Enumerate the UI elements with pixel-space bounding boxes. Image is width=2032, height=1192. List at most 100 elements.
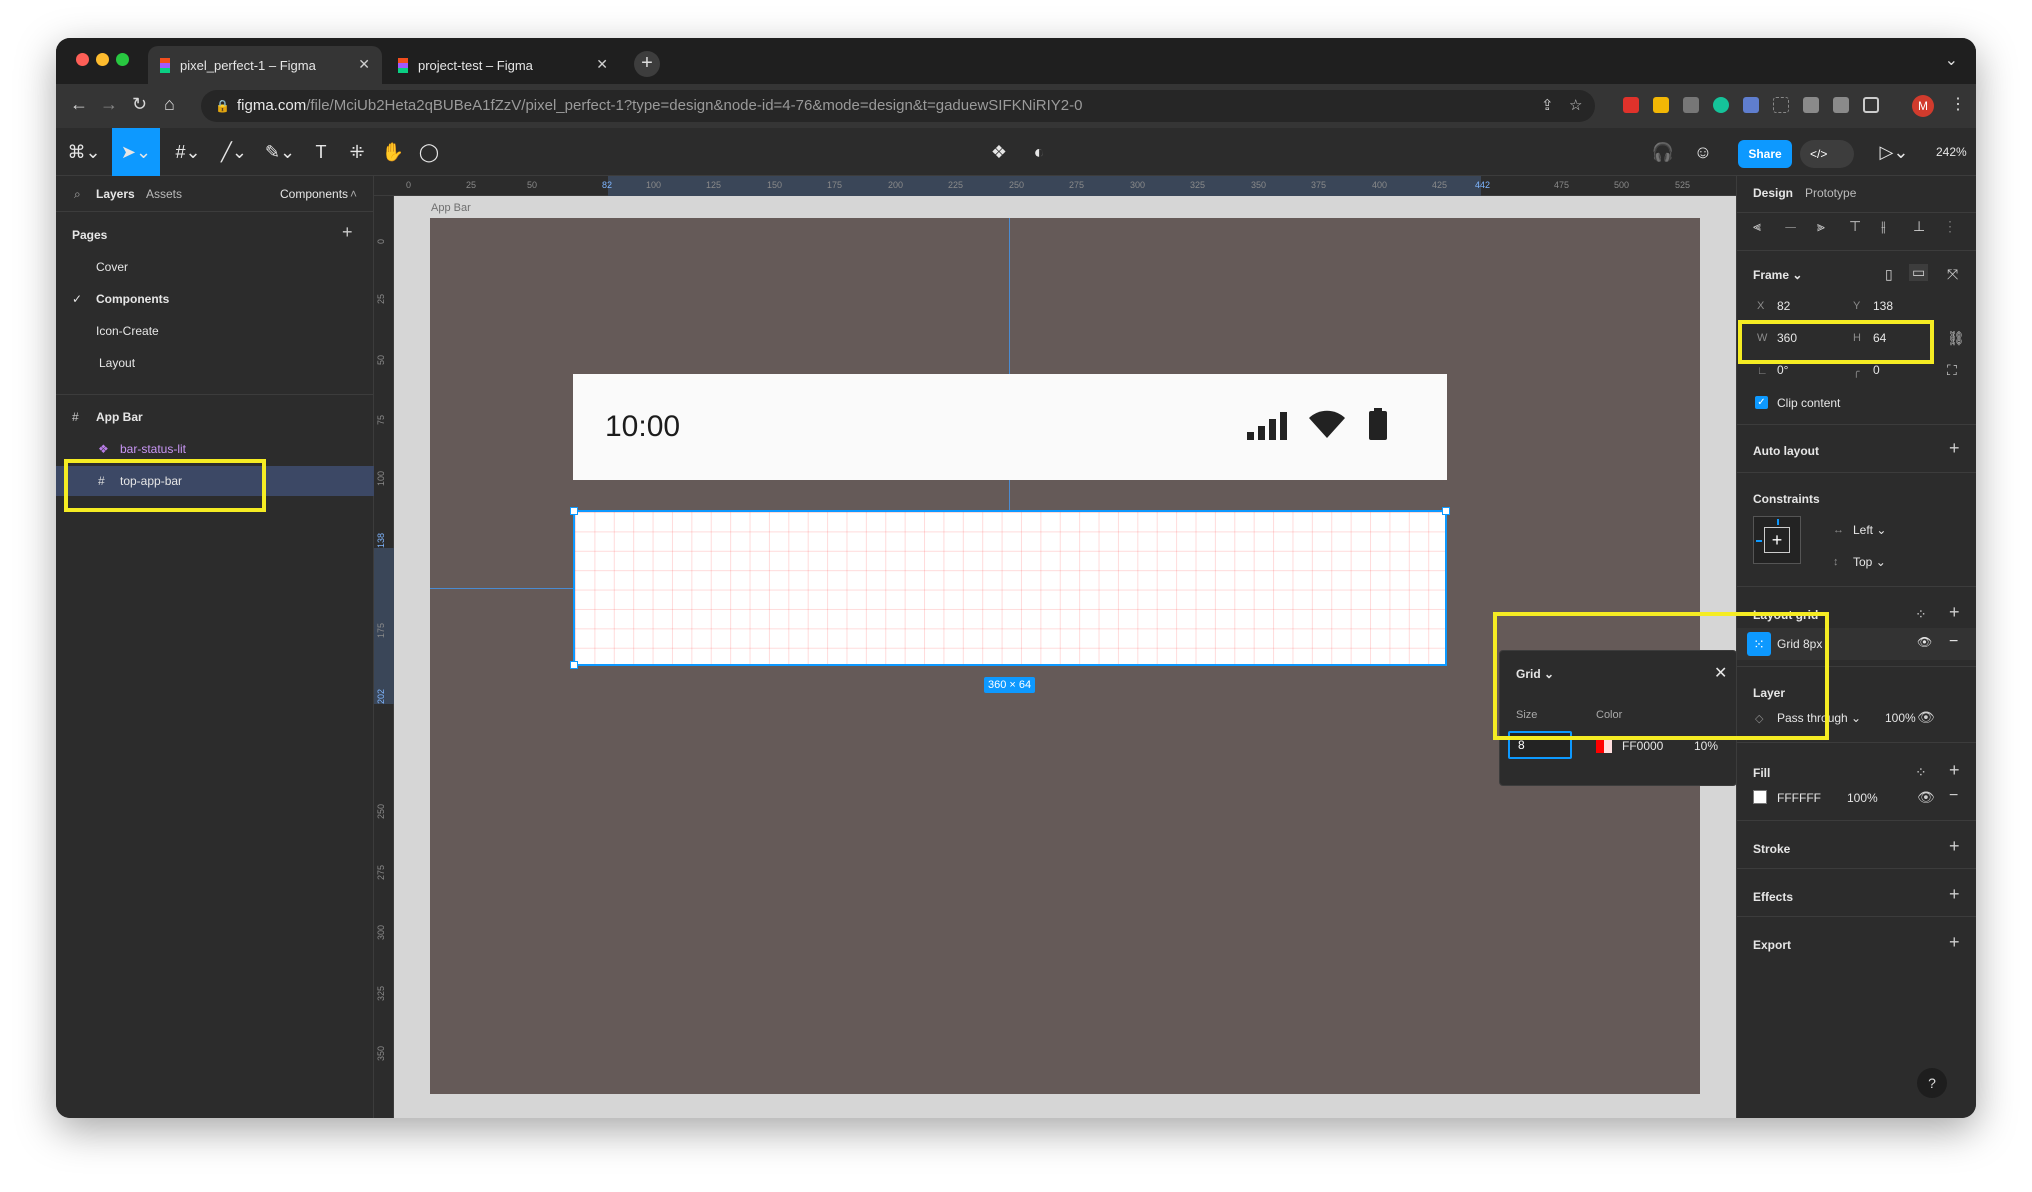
eye-icon[interactable]: 👁 xyxy=(1917,789,1935,806)
home-icon[interactable]: ⌂ xyxy=(164,94,175,115)
align-middle-icon[interactable]: ⫲ xyxy=(1881,218,1886,235)
add-page-icon[interactable]: + xyxy=(342,222,353,243)
maximize-window-button[interactable] xyxy=(116,53,129,66)
comment-tool-icon[interactable]: ◯ xyxy=(412,128,446,176)
share-page-icon[interactable]: ⇪ xyxy=(1541,90,1554,122)
remove-icon[interactable]: − xyxy=(1949,633,1958,651)
grid-opacity[interactable]: 10% xyxy=(1694,739,1718,753)
share-button[interactable]: Share xyxy=(1738,140,1792,168)
extension-red-icon[interactable] xyxy=(1623,97,1639,113)
landscape-icon[interactable]: ▭ xyxy=(1909,264,1929,281)
fill-hex-input[interactable]: FFFFFF xyxy=(1777,791,1821,805)
constraints-widget[interactable]: + xyxy=(1753,516,1801,564)
align-top-icon[interactable]: ⊤ xyxy=(1849,218,1861,235)
vertical-constraint-dropdown[interactable]: Top ⌄ xyxy=(1853,555,1886,569)
top-app-bar-selected[interactable] xyxy=(570,507,1450,669)
zoom-level[interactable]: 242% xyxy=(1936,128,1967,176)
add-fill-icon[interactable]: + xyxy=(1949,760,1960,781)
eye-icon[interactable]: 👁 xyxy=(1917,709,1935,726)
move-tool-icon[interactable]: ➤⌄ xyxy=(112,128,160,176)
audio-icon[interactable]: 🎧 xyxy=(1646,128,1680,176)
fill-color-swatch[interactable] xyxy=(1753,790,1767,804)
align-bottom-icon[interactable]: ⊥ xyxy=(1913,218,1925,235)
extension-dashed-icon[interactable] xyxy=(1773,97,1789,113)
rotation-input[interactable]: 0° xyxy=(1777,363,1788,377)
browser-tab-pixel-perfect[interactable]: pixel_perfect-1 – Figma ✕ xyxy=(148,46,382,84)
browser-menu-icon[interactable]: ⋮ xyxy=(1950,94,1966,114)
align-left-icon[interactable]: ⫷ xyxy=(1753,218,1761,235)
clip-content-checkbox[interactable]: ✓ xyxy=(1755,396,1768,409)
search-icon[interactable]: ⌕ xyxy=(74,187,81,202)
distribute-icon[interactable]: ⋮ xyxy=(1943,218,1957,235)
extension-camera-icon[interactable] xyxy=(1683,97,1699,113)
bookmark-star-icon[interactable]: ☆ xyxy=(1569,90,1582,122)
independent-corners-icon[interactable]: ⛶ xyxy=(1947,362,1957,379)
address-bar[interactable]: 🔒 figma.com/file/MciUb2Heta2qBUBeA1fZzV/… xyxy=(201,90,1595,122)
tab-assets[interactable]: Assets xyxy=(146,187,182,201)
new-tab-button[interactable]: + xyxy=(634,51,660,77)
extension-grammarly-icon[interactable] xyxy=(1713,97,1729,113)
user-avatar[interactable]: ☺ xyxy=(1686,128,1720,176)
constrain-proportions-icon[interactable]: ⛓ xyxy=(1947,330,1965,347)
layer-opacity-input[interactable]: 100% xyxy=(1885,711,1916,725)
tab-design[interactable]: Design xyxy=(1753,186,1793,200)
status-bar-component[interactable]: 10:00 xyxy=(573,374,1447,480)
extension-blue-icon[interactable] xyxy=(1743,97,1759,113)
eye-icon[interactable]: 👁 xyxy=(1917,635,1932,649)
close-tab-icon[interactable]: ✕ xyxy=(596,56,608,73)
grid-color-hex[interactable]: FF0000 xyxy=(1622,739,1663,753)
page-item-components[interactable]: Components xyxy=(96,292,169,306)
text-tool-icon[interactable]: T xyxy=(304,128,338,176)
browser-tab-project-test[interactable]: project-test – Figma ✕ xyxy=(386,46,620,84)
page-item-cover[interactable]: Cover xyxy=(96,260,128,274)
extension-yellow-icon[interactable] xyxy=(1653,97,1669,113)
extensions-puzzle-icon[interactable] xyxy=(1803,97,1819,113)
horizontal-constraint-dropdown[interactable]: Left ⌄ xyxy=(1853,523,1886,537)
frame-name-label[interactable]: App Bar xyxy=(431,202,471,214)
resize-handle[interactable] xyxy=(570,661,578,669)
help-button[interactable]: ? xyxy=(1917,1068,1947,1098)
main-menu-icon[interactable]: ⌘⌄ xyxy=(66,128,102,176)
tab-layers[interactable]: Layers xyxy=(96,187,135,201)
resize-handle[interactable] xyxy=(570,507,578,515)
page-item-layout[interactable]: Layout xyxy=(99,356,135,370)
close-window-button[interactable] xyxy=(76,53,89,66)
minimize-window-button[interactable] xyxy=(96,53,109,66)
media-control-icon[interactable] xyxy=(1833,97,1849,113)
page-selector[interactable]: Components xyxy=(280,187,348,201)
frame-tool-icon[interactable]: #⌄ xyxy=(166,128,210,176)
grid-styles-icon[interactable]: ⁘ xyxy=(1915,606,1927,623)
page-item-icon-create[interactable]: Icon-Create xyxy=(96,324,159,338)
pen-tool-icon[interactable]: ✎⌄ xyxy=(258,128,302,176)
tab-prototype[interactable]: Prototype xyxy=(1805,186,1856,200)
dev-mode-toggle[interactable]: </> xyxy=(1800,140,1854,168)
fill-styles-icon[interactable]: ⁘ xyxy=(1915,764,1927,781)
y-input[interactable]: 138 xyxy=(1873,299,1893,313)
profile-avatar[interactable]: M xyxy=(1912,95,1934,117)
back-icon[interactable]: ← xyxy=(70,94,88,115)
shape-tool-icon[interactable]: ╱⌄ xyxy=(212,128,256,176)
resize-to-fit-icon[interactable]: ⤧ xyxy=(1947,266,1958,283)
close-tab-icon[interactable]: ✕ xyxy=(358,56,370,73)
tab-search-icon[interactable]: ⌄ xyxy=(1945,50,1958,70)
add-effect-icon[interactable]: + xyxy=(1949,884,1960,905)
align-right-icon[interactable]: ⫸ xyxy=(1817,218,1825,235)
layer-app-bar[interactable]: # App Bar xyxy=(56,402,374,432)
corner-radius-input[interactable]: 0 xyxy=(1873,363,1880,377)
add-export-icon[interactable]: + xyxy=(1949,932,1960,953)
hand-tool-icon[interactable]: ✋ xyxy=(376,128,410,176)
side-panel-icon[interactable] xyxy=(1863,97,1879,113)
add-layout-grid-icon[interactable]: + xyxy=(1949,602,1960,623)
resize-handle[interactable] xyxy=(1442,507,1450,515)
forward-icon[interactable]: → xyxy=(100,94,118,115)
fill-opacity-input[interactable]: 100% xyxy=(1847,791,1878,805)
frame-section-title[interactable]: Frame ⌄ xyxy=(1753,268,1802,282)
add-auto-layout-icon[interactable]: + xyxy=(1949,438,1960,459)
chevron-up-icon[interactable]: ˄ xyxy=(350,187,357,201)
x-input[interactable]: 82 xyxy=(1777,299,1790,313)
align-center-h-icon[interactable]: ⏤ xyxy=(1785,218,1796,235)
resources-icon[interactable]: ⁜ xyxy=(340,128,374,176)
portrait-icon[interactable]: ▯ xyxy=(1885,266,1893,283)
contrast-icon[interactable]: ◐ xyxy=(1022,128,1056,176)
reload-icon[interactable]: ↻ xyxy=(132,94,147,115)
